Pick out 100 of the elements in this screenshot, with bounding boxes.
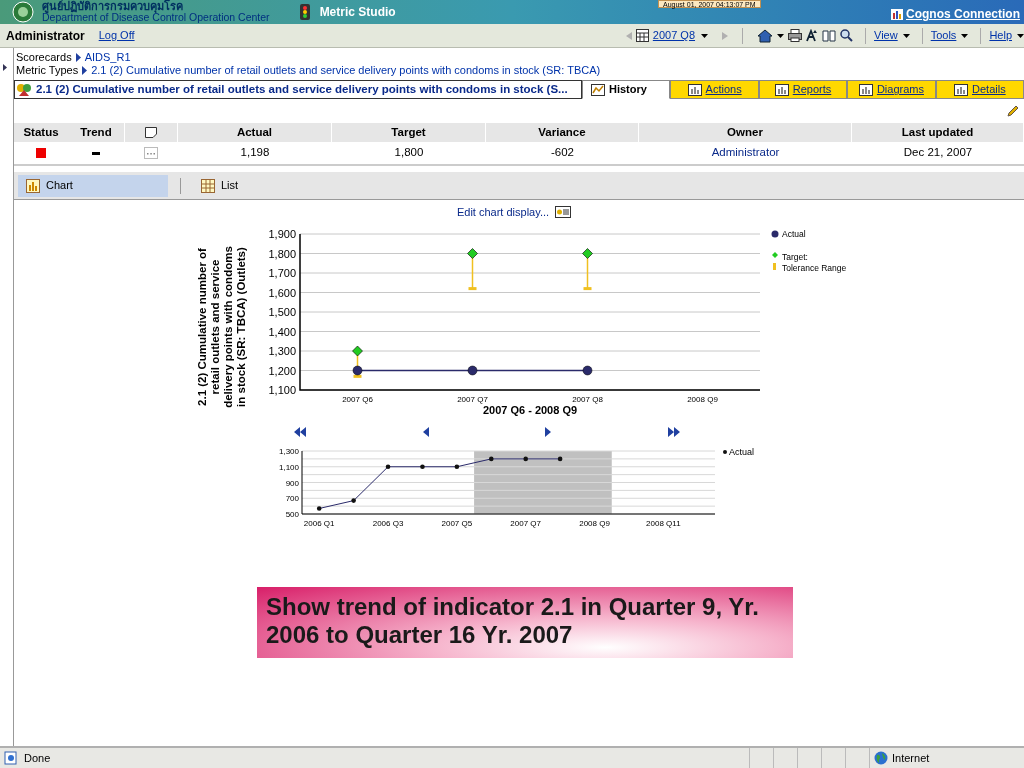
caret-icon bbox=[701, 33, 709, 38]
trend-icon bbox=[92, 151, 100, 155]
y-tick-label: 1,900 bbox=[268, 227, 296, 240]
metric-title: 2.1 (2) Cumulative number of retail outlets and service delivery points with condoms in stock (S... bbox=[36, 81, 568, 97]
y-tick-label: 1,500 bbox=[268, 305, 296, 318]
home-icon[interactable] bbox=[757, 28, 774, 43]
y-tick-label: 1,800 bbox=[268, 247, 296, 259]
legend-marker bbox=[771, 230, 779, 237]
column-header: Trend bbox=[79, 124, 113, 140]
x-axis-title: 2007 Q6 - 2008 Q9 bbox=[482, 403, 578, 416]
tab-icon bbox=[774, 83, 789, 96]
table-cell-text: Dec 21, 2007 bbox=[902, 145, 974, 161]
view-tab[interactable]: Chart bbox=[18, 174, 168, 197]
rewind-icon[interactable] bbox=[294, 426, 306, 437]
breadcrumb-link[interactable]: 2.1 (2) Cumulative number of retail outlets and service delivery points with condoms in stock (SR: TBCA) bbox=[91, 64, 601, 77]
globe-icon bbox=[874, 751, 888, 765]
user-name: Administrator bbox=[6, 27, 85, 45]
settings-icon[interactable] bbox=[555, 206, 572, 219]
column-header: Variance bbox=[486, 123, 639, 142]
menu-link[interactable]: View bbox=[874, 27, 898, 44]
page-icon bbox=[4, 751, 18, 765]
actual-marker bbox=[351, 497, 356, 503]
column-header: Actual bbox=[178, 123, 332, 142]
emblem-icon bbox=[12, 1, 34, 23]
column-header: Owner bbox=[639, 123, 852, 142]
tolerance-marker bbox=[353, 374, 362, 378]
tab[interactable]: Reports bbox=[758, 80, 848, 99]
actual-marker bbox=[557, 456, 563, 461]
menu-link[interactable]: Tools bbox=[930, 27, 957, 44]
grid-icon bbox=[201, 178, 215, 193]
app-title: Metric Studio bbox=[319, 4, 396, 21]
period-dropdown[interactable]: 2007 Q8 bbox=[652, 27, 696, 44]
search-icon[interactable] bbox=[840, 29, 854, 42]
zone-label: Internet bbox=[892, 750, 930, 766]
pencil-icon[interactable] bbox=[1006, 104, 1020, 118]
legend-marker bbox=[773, 262, 776, 270]
actual-marker bbox=[454, 463, 460, 469]
tab[interactable]: Diagrams bbox=[847, 80, 936, 99]
font-size-icon[interactable] bbox=[806, 29, 819, 42]
tab[interactable]: Details bbox=[935, 80, 1024, 99]
edit-chart-link[interactable]: Edit chart display... bbox=[456, 204, 550, 221]
y-tick-label: 1,100 bbox=[268, 383, 296, 396]
calendar-icon bbox=[635, 29, 649, 42]
printer-icon[interactable] bbox=[788, 29, 803, 42]
cognos-connection-link[interactable]: Cognos Connection bbox=[891, 5, 1020, 23]
y-tick-label: 1,200 bbox=[268, 364, 296, 376]
column-header: Last updated bbox=[852, 123, 1024, 142]
target-marker bbox=[467, 247, 478, 259]
next-icon[interactable] bbox=[545, 426, 552, 437]
x-tick-label: 2007 Q7 bbox=[510, 518, 542, 528]
target-marker bbox=[352, 345, 363, 356]
y-axis-title: 2.1 (2) Cumulative number of retail outlets and service delivery points with condoms in stock (SR: TBCA) (Outlets) bbox=[196, 244, 248, 409]
view-tab[interactable]: List bbox=[193, 174, 247, 197]
note-icon bbox=[145, 127, 157, 138]
table-cell-text: -602 bbox=[550, 145, 575, 161]
x-tick-label: 2008 Q11 bbox=[646, 518, 681, 528]
x-tick-label: 2008 Q9 bbox=[687, 394, 718, 404]
x-tick-label: 2006 Q1 bbox=[303, 518, 335, 528]
x-tick-label: 2008 Q9 bbox=[579, 518, 610, 528]
owner-link[interactable]: Administrator bbox=[711, 146, 780, 159]
previous-icon[interactable] bbox=[422, 426, 429, 437]
y-tick-label: 1,300 bbox=[268, 344, 296, 357]
log-off-link[interactable]: Log Off bbox=[98, 27, 135, 44]
x-tick-label: 2006 Q3 bbox=[372, 518, 404, 528]
expand-icon[interactable] bbox=[3, 64, 7, 71]
breadcrumb-link[interactable]: AIDS_R1 bbox=[84, 51, 131, 64]
column-header: Status bbox=[22, 124, 60, 140]
metric-icon bbox=[16, 82, 32, 97]
actual-marker bbox=[523, 456, 528, 461]
legend-label: Tolerance Range bbox=[782, 262, 847, 273]
x-tick-label: 2007 Q8 bbox=[572, 394, 603, 404]
bar-chart-icon bbox=[26, 178, 40, 193]
table-cell-text: 1,198 bbox=[239, 145, 271, 161]
caret-icon bbox=[777, 33, 785, 38]
legend-marker bbox=[772, 251, 778, 258]
org-name-thai: ศูนย์ปฏิบัติการกรมควบคุมโรค bbox=[42, 1, 183, 12]
column-header: Target bbox=[332, 123, 486, 142]
x-tick-label: 2007 Q5 bbox=[441, 518, 473, 528]
tab-icon bbox=[954, 83, 968, 96]
tab-icon bbox=[687, 83, 702, 96]
tolerance-marker bbox=[468, 286, 477, 290]
x-tick-label: 2007 Q7 bbox=[457, 394, 488, 404]
org-name: Department of Disease Control Operation Center bbox=[42, 12, 270, 23]
actual-marker bbox=[420, 463, 425, 469]
table-cell-text: 1,800 bbox=[393, 145, 425, 161]
y-tick-label: 700 bbox=[285, 493, 299, 503]
fast-forward-icon[interactable] bbox=[667, 426, 680, 437]
x-tick-label: 2007 Q6 bbox=[342, 394, 373, 404]
caret-icon bbox=[1017, 33, 1024, 38]
menu-link[interactable]: Help bbox=[989, 27, 1012, 44]
tab-icon bbox=[858, 83, 873, 96]
tab[interactable]: History bbox=[582, 80, 671, 99]
caret-icon bbox=[902, 33, 910, 38]
y-tick-label: 900 bbox=[285, 478, 299, 487]
legend-label: Target: bbox=[782, 251, 808, 262]
tab[interactable]: Actions bbox=[670, 80, 759, 99]
legend-marker bbox=[723, 449, 727, 454]
book-icon[interactable] bbox=[822, 29, 837, 42]
y-tick-label: 1,100 bbox=[278, 462, 299, 472]
bar-chart-icon bbox=[891, 8, 903, 20]
